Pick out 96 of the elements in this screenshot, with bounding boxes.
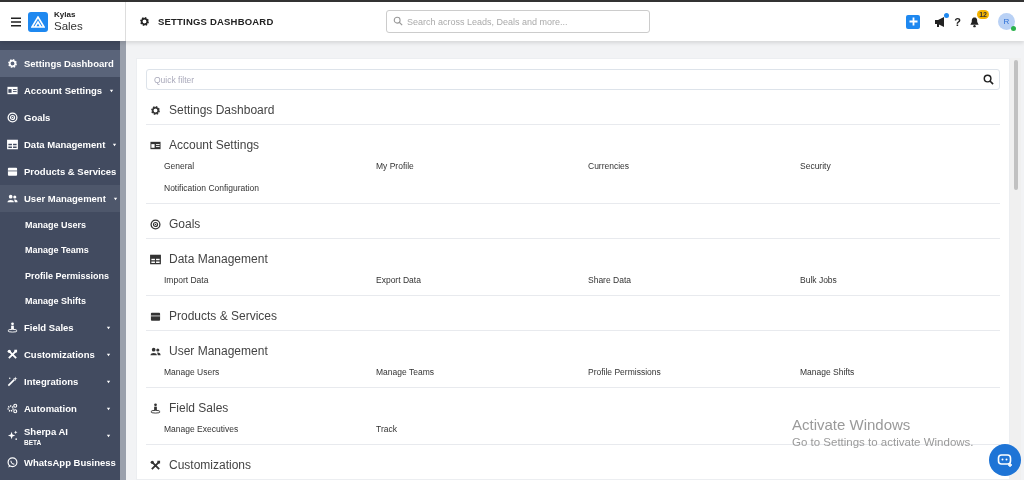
sidebar-subitem[interactable]: Profile Permissions	[0, 263, 120, 289]
section-title: Account Settings	[169, 138, 260, 152]
settings-link[interactable]: Profile Permissions	[588, 361, 800, 383]
settings-link[interactable]: Notification Configuration	[164, 177, 376, 199]
search-icon	[393, 16, 403, 26]
wand-icon	[7, 376, 18, 387]
table-icon	[150, 253, 161, 265]
section-title: Customizations	[169, 458, 252, 472]
sidebar-item[interactable]: Products & Services	[0, 158, 120, 185]
activation-title: Activate Windows	[792, 416, 912, 433]
settings-link[interactable]: My Profile	[376, 155, 588, 177]
sidebar-label: Sherpa AI	[24, 425, 69, 437]
sidebar-label: Goals	[24, 112, 52, 123]
settings-link[interactable]: General	[164, 155, 376, 177]
tools-icon	[150, 459, 161, 471]
sidebar-item[interactable]: Field Sales	[0, 314, 120, 341]
sidebar-item[interactable]: User Management	[0, 185, 120, 212]
target-icon	[7, 112, 18, 123]
person-pin-icon	[7, 322, 18, 333]
gear-icon	[7, 58, 18, 69]
caret-icon	[111, 142, 119, 147]
settings-link[interactable]: Currencies	[588, 155, 800, 177]
robot-icon	[997, 452, 1013, 468]
caret-icon	[105, 379, 112, 384]
sidebar-item[interactable]: Settings Dashboard	[0, 50, 120, 77]
search-field[interactable]: Search across Leads, Deals and more...	[386, 10, 650, 33]
settings-link[interactable]: Security	[800, 155, 1009, 177]
gear-icon	[139, 16, 150, 27]
sidebar-label: Field Sales	[24, 322, 75, 333]
sidebar-label: Integrations	[24, 376, 80, 387]
caret-icon	[105, 352, 112, 357]
sidebar-label: Account Settings	[24, 85, 103, 96]
settings-link[interactable]: Manage Executives	[164, 418, 376, 440]
product-name: Sales	[54, 20, 83, 33]
bell-icon[interactable]	[969, 15, 980, 28]
sidebar-subitem[interactable]: Manage Teams	[0, 237, 120, 263]
sidebar-label: Customizations	[24, 349, 96, 360]
activation-message: Go to Settings to activate Windows.	[792, 436, 974, 448]
sidebar-item[interactable]: Goals	[0, 104, 120, 131]
settings-link[interactable]: Manage Teams	[376, 361, 588, 383]
sidebar-label: Automation	[24, 403, 78, 414]
menu-icon[interactable]	[10, 16, 22, 27]
scrollbar-thumb[interactable]	[1013, 60, 1018, 190]
users-icon	[7, 193, 18, 204]
section-title: Products & Services	[169, 309, 278, 323]
settings-link[interactable]: Track	[376, 418, 588, 440]
section-title: User Management	[169, 344, 268, 358]
app-name: Kylas	[54, 10, 77, 19]
help-icon[interactable]: ?	[954, 15, 961, 28]
settings-link[interactable]: Manage Users	[164, 361, 376, 383]
gear-icon	[150, 104, 161, 116]
settings-link[interactable]: Export Data	[376, 269, 588, 291]
section-title: Settings Dashboard	[169, 103, 275, 117]
settings-link[interactable]: Manage Shifts	[800, 361, 1009, 383]
quick-filter-field[interactable]: Quick filter	[146, 69, 1000, 90]
section-title: Field Sales	[169, 401, 229, 415]
sidebar-label: Settings Dashboard	[24, 58, 114, 69]
sidebar-item[interactable]: Data Management	[0, 131, 120, 158]
caret-icon	[111, 196, 119, 201]
sidebar-subitem[interactable]: Manage Users	[0, 212, 120, 238]
id-card-icon	[7, 85, 18, 96]
sidebar-subitem[interactable]: Manage Shifts	[0, 288, 120, 314]
sidebar-item[interactable]: Account Settings	[0, 77, 120, 104]
caret-icon	[105, 406, 112, 411]
box-icon	[7, 166, 18, 177]
search-icon	[983, 74, 994, 85]
sidebar-label: Products & Services	[24, 166, 117, 177]
id-card-icon	[150, 139, 161, 151]
sidebar-item[interactable]: Customizations	[0, 341, 120, 368]
chat-bubble-icon	[7, 457, 18, 468]
users-icon	[150, 345, 161, 357]
page-title: SETTINGS DASHBOARD	[158, 16, 274, 27]
target-icon	[150, 218, 161, 230]
box-icon	[150, 310, 161, 322]
caret-icon	[105, 433, 112, 438]
settings-link[interactable]: Bulk Jobs	[800, 269, 1009, 291]
sidebar-label: WhatsApp Business	[24, 457, 116, 468]
cogs-icon	[7, 403, 18, 414]
sidebar-label: User Management	[24, 193, 106, 204]
sidebar-item[interactable]: Automation	[0, 395, 120, 422]
section-title: Goals	[169, 217, 201, 231]
settings-link[interactable]: Share Data	[588, 269, 800, 291]
sidebar-item[interactable]: WhatsApp Business	[0, 449, 120, 476]
sparkle-icon	[7, 430, 18, 441]
tools-icon	[7, 349, 18, 360]
sidebar-item[interactable]: Integrations	[0, 368, 120, 395]
person-pin-icon	[150, 402, 161, 414]
section-title: Data Management	[169, 252, 268, 266]
table-icon	[7, 139, 18, 150]
caret-icon	[108, 88, 116, 93]
sidebar-label: Data Management	[24, 139, 106, 150]
settings-link[interactable]: Import Data	[164, 269, 376, 291]
add-button[interactable]	[906, 14, 921, 29]
logo-icon[interactable]	[28, 11, 48, 32]
megaphone-icon[interactable]	[934, 15, 947, 28]
caret-icon	[105, 325, 112, 330]
